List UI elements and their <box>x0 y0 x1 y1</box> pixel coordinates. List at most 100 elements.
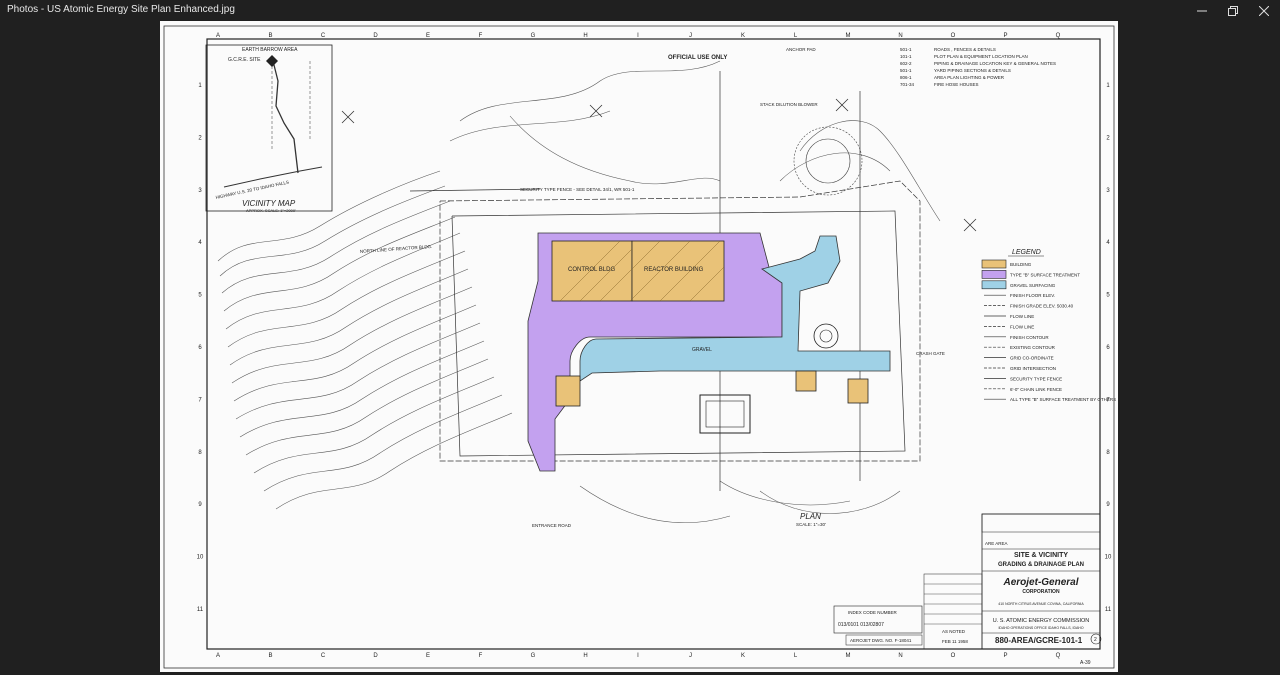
legend-swatch <box>981 259 1007 269</box>
crash-gate-label: CRASH GATE <box>916 351 945 356</box>
column-label-bottom: D <box>373 653 378 659</box>
column-label-top: E <box>426 33 430 39</box>
stack-circle <box>793 126 863 196</box>
entrance-road-label: ENTRANCE ROAD <box>532 523 572 528</box>
note-text: YARD PIPING SECTIONS & DETAILS <box>934 68 1011 73</box>
note-code: 602-2 <box>900 61 912 66</box>
column-label-bottom: I <box>637 653 639 659</box>
column-label-top: G <box>531 33 536 39</box>
site-plan-image[interactable]: A B C D E F G H I J K L M N O P Q A B C D E F G H I J K L M N O P Q 1 2 3 4… <box>160 21 1118 672</box>
column-label-bottom: H <box>583 653 587 659</box>
legend-item-label: TYPE "B" SURFACE TREATMENT <box>1010 272 1080 277</box>
column-label-top: F <box>479 33 483 39</box>
row-label-left: 3 <box>198 188 202 194</box>
legend-swatch <box>981 270 1007 279</box>
legend: LEGEND BUILDING TYPE "B" SURFACE TREATMEN… <box>981 249 1116 402</box>
vicinity-map: EARTH BARROW AREA G.C.R.E. SITE HIGHWAY … <box>205 44 333 213</box>
title-bar: Photos - US Atomic Energy Site Plan Enha… <box>0 0 1280 21</box>
vicinity-map-title: VICINITY MAP <box>242 199 296 208</box>
column-label-bottom: P <box>1003 653 1007 659</box>
row-labels-right: 1234567891011 <box>1105 83 1112 613</box>
column-label-top: M <box>846 33 851 39</box>
restore-button[interactable] <box>1217 0 1249 21</box>
row-label-right: 8 <box>1106 450 1110 456</box>
legend-item-label: FLOW LINE <box>1010 314 1034 319</box>
legend-item-label: GRAVEL SURFACING <box>1010 283 1056 288</box>
row-label-left: 6 <box>198 345 202 351</box>
service-building <box>555 375 581 407</box>
title-project: SITE & VICINITY <box>1014 552 1068 559</box>
vicinity-highway-label: HIGHWAY U.S. 20 TO IDAHO FALLS <box>215 180 289 200</box>
title-company: Aerojet-General <box>1002 577 1078 588</box>
vicinity-site-label: G.C.R.E. SITE <box>228 57 261 63</box>
row-label-left: 1 <box>198 83 202 89</box>
legend-item-label: BUILDING <box>1010 262 1032 267</box>
note-code: 501-1 <box>900 47 912 52</box>
legend-item-label: FINISH GRADE ELEV. 5030.40 <box>1010 304 1074 309</box>
row-label-right: 10 <box>1105 555 1112 561</box>
column-label-bottom: M <box>846 653 851 659</box>
row-label-right: 3 <box>1106 188 1110 194</box>
column-label-top: K <box>741 33 745 39</box>
index-code-number: 013/0101 013/02807 <box>838 622 884 628</box>
note-text: FIRE HOSE HOUSES <box>934 82 979 87</box>
row-label-left: 9 <box>198 502 202 508</box>
photo-viewer: A B C D E F G H I J K L M N O P Q A B C D E F G H I J K L M N O P Q 1 2 3 4… <box>0 21 1280 675</box>
column-label-top: H <box>583 33 587 39</box>
column-label-bottom: J <box>689 653 692 659</box>
title-scale-note: AS NOTED <box>942 629 966 634</box>
official-use-stamp: OFFICIAL USE ONLY <box>668 55 727 61</box>
close-button[interactable] <box>1248 0 1280 21</box>
row-label-right: 2 <box>1106 135 1110 141</box>
title-subtitle: GRADING & DRAINAGE PLAN <box>998 562 1084 568</box>
legend-item-label: SECURITY TYPE FENCE <box>1010 376 1062 381</box>
legend-item-label: 6'-0" CHAIN LINK FENCE <box>1010 387 1062 392</box>
title-company-address: 410 NORTH CITRUS AVENUE COVINA, CALIFORN… <box>998 602 1084 606</box>
anchor-pad-label: ANCHOR PAD <box>786 47 816 52</box>
site-plan-drawing: A B C D E F G H I J K L M N O P Q A B C D E F G H I J K L M N O P Q 1 2 3 4… <box>163 25 1116 669</box>
aerojet-dwg-no: AEROJET DWG. NO. F-18041 <box>850 638 912 643</box>
plan-scale-label: SCALE: 1"=30' <box>796 522 826 527</box>
legend-item-label: ALL TYPE "B" SURFACE TREATMENT BY OTHERS <box>1010 397 1116 402</box>
title-agency-sub: IDAHO OPERATIONS OFFICE IDAHO FALLS, IDA… <box>998 626 1083 630</box>
column-label-bottom: L <box>794 653 798 659</box>
legend-item-label: FLOW LINE <box>1010 324 1034 329</box>
row-label-left: 8 <box>198 450 202 456</box>
legend-title: LEGEND <box>1012 249 1041 256</box>
note-text: PIPING & DRAINAGE LOCATION KEY & GENERAL… <box>934 61 1056 66</box>
title-agency: U. S. ATOMIC ENERGY COMMISSION <box>993 618 1090 624</box>
row-label-left: 4 <box>198 240 202 246</box>
water-tank-circle <box>813 323 839 349</box>
legend-item-label: GRID INTERSECTION <box>1010 366 1056 371</box>
minimize-button[interactable] <box>1186 0 1218 21</box>
column-label-bottom: C <box>321 653 326 659</box>
legend-swatch <box>981 280 1007 290</box>
note-text: PLOT PLAN & EQUIPMENT LOCATION PLAN <box>934 54 1028 59</box>
note-code: 501-1 <box>900 68 912 73</box>
column-label-top: A <box>216 33 220 39</box>
column-label-bottom: O <box>951 653 956 659</box>
row-label-left: 7 <box>198 397 202 403</box>
title-area: ARE AREA <box>985 541 1008 546</box>
storage-building-1 <box>795 370 817 392</box>
column-label-top: C <box>321 33 326 39</box>
legend-item-label: FINISH FLOOR ELEV. <box>1010 293 1055 298</box>
column-label-top: I <box>637 33 639 39</box>
row-label-left: 5 <box>198 293 202 299</box>
column-label-top: Q <box>1056 33 1061 39</box>
row-label-right: 9 <box>1106 502 1110 508</box>
storage-building-2 <box>847 378 869 404</box>
north-line-label: NORTH LINE OF REACTOR BLDG. <box>360 244 433 254</box>
column-label-bottom: A <box>216 653 220 659</box>
column-label-bottom: G <box>531 653 536 659</box>
row-label-left: 10 <box>197 555 204 561</box>
note-code: 806-1 <box>900 75 912 80</box>
column-labels-top: A B C D E F G H I J K L M N O P Q <box>216 33 1061 39</box>
legend-items: BUILDING TYPE "B" SURFACE TREATMENT GRAVEL… <box>981 259 1116 402</box>
sheet-corner-label: A-39 <box>1080 660 1091 666</box>
gravel-label: GRAVEL <box>692 347 712 353</box>
row-label-right: 1 <box>1106 83 1110 89</box>
column-label-top: D <box>373 33 378 39</box>
minimize-icon <box>1197 10 1207 11</box>
column-label-bottom: F <box>479 653 483 659</box>
